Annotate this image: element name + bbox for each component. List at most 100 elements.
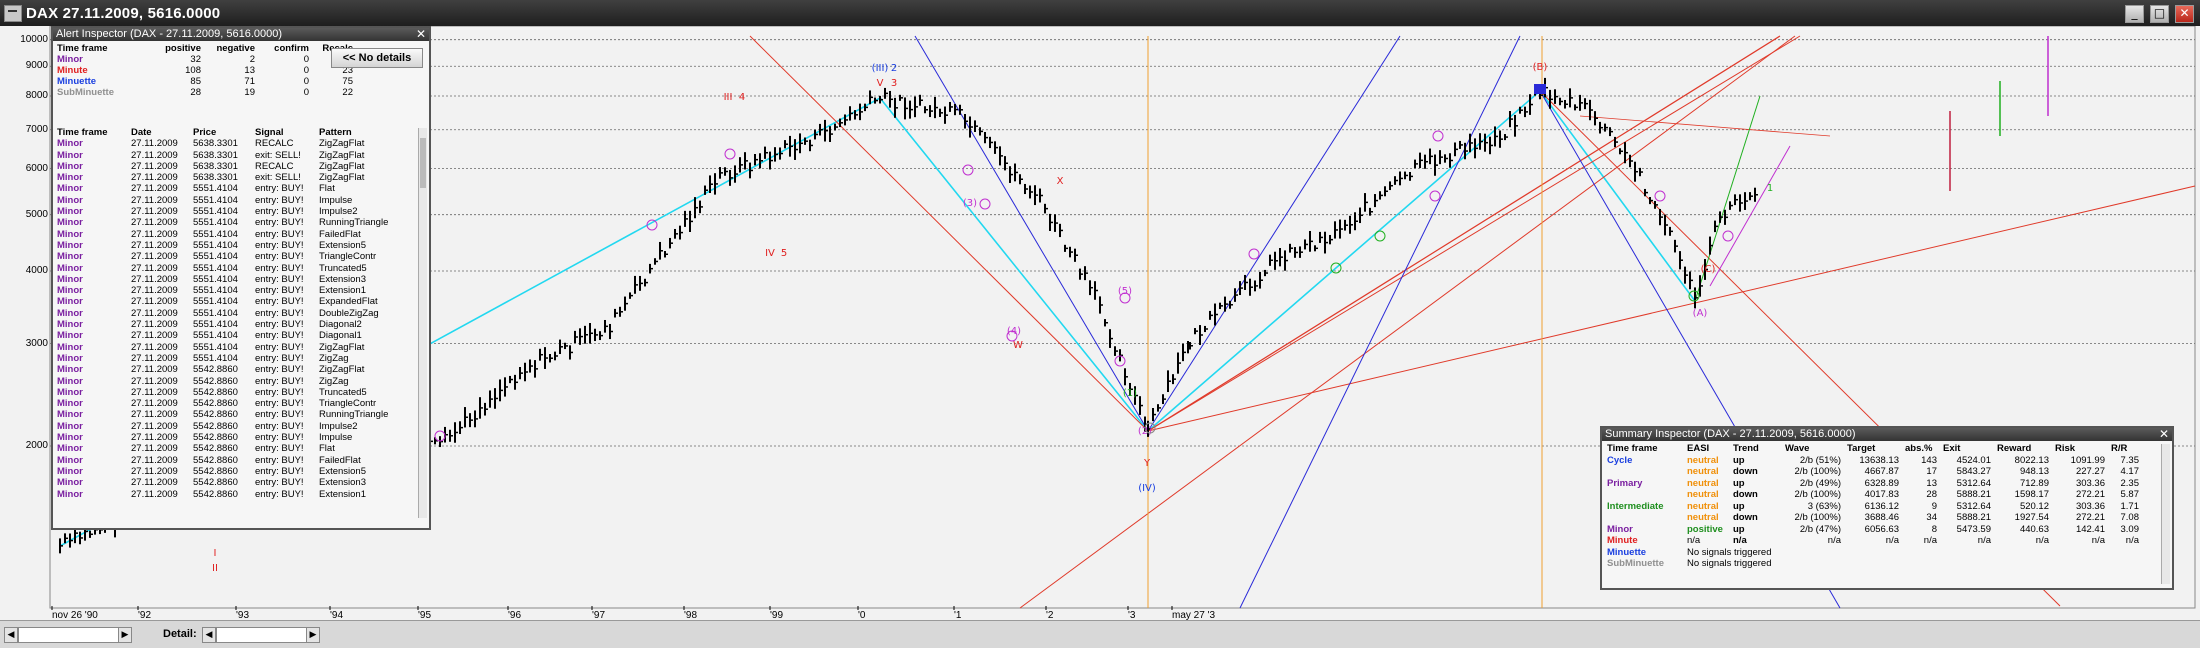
- column-header: Risk: [2055, 443, 2076, 454]
- date-cell: 27.11.2009: [131, 307, 178, 319]
- alert-signal-row[interactable]: Minor 27.11.2009 5551.4104 entry: BUY! Trian…: [55, 251, 411, 262]
- scroll-right-button[interactable]: ▶: [118, 627, 132, 643]
- minimize-button[interactable]: _: [2125, 5, 2144, 23]
- negative-cell: 13: [244, 65, 255, 76]
- alert-signal-row[interactable]: Minor 27.11.2009 5551.4104 entry: BUY! Trunc…: [55, 263, 411, 274]
- alert-signal-row[interactable]: Minor 27.11.2009 5542.8860 entry: BUY! Exten…: [55, 466, 411, 477]
- alert-signal-row[interactable]: Minor 27.11.2009 5551.4104 entry: BUY! Exten…: [55, 274, 411, 285]
- positive-cell: 108: [185, 65, 201, 76]
- reward-cell: 712.89: [2019, 477, 2049, 489]
- alert-signal-row[interactable]: Minor 27.11.2009 5551.4104 entry: BUY! Exten…: [55, 285, 411, 296]
- alert-signal-row[interactable]: Minor 27.11.2009 5638.3301 exit: SELL! ZigZa…: [55, 172, 411, 183]
- no-details-button[interactable]: << No details: [331, 48, 423, 68]
- alert-summary-row[interactable]: Minor32202: [55, 54, 355, 65]
- alert-signal-row[interactable]: Minor 27.11.2009 5551.4104 entry: BUY! Diago…: [55, 330, 411, 341]
- alert-signal-row[interactable]: Minor 27.11.2009 5638.3301 exit: SELL! ZigZa…: [55, 150, 411, 161]
- alert-signal-row[interactable]: Minor 27.11.2009 5542.8860 entry: BUY! Flat: [55, 443, 411, 454]
- alert-summary-row[interactable]: Minuette 85 71 0 75: [55, 76, 355, 87]
- column-header: Time frame: [57, 127, 108, 138]
- summary-inspector-close-icon[interactable]: ✕: [2159, 428, 2169, 441]
- summary-row[interactable]: Minuette No signals triggered: [1604, 547, 2142, 559]
- alert-summary-row[interactable]: Minute 108 13 0 23: [55, 65, 355, 76]
- alert-signal-row[interactable]: Minor 27.11.2009 5551.4104 entry: BUY! Exten…: [55, 240, 411, 251]
- timeframe-cell: Cycle: [1607, 454, 1633, 466]
- wave-label: III: [724, 92, 733, 103]
- window-title: DAX 27.11.2009, 5616.0000: [26, 5, 221, 22]
- close-button[interactable]: ✕: [2175, 5, 2194, 23]
- column-header: EASI: [1687, 443, 1710, 454]
- summary-inspector-panel: Summary Inspector (DAX - 27.11.2009, 561…: [1600, 426, 2174, 590]
- alert-signal-row[interactable]: Minor 27.11.2009 5551.4104 entry: BUY! Expan…: [55, 296, 411, 307]
- trend-cell: up: [1733, 523, 1745, 535]
- alert-signal-row[interactable]: Minor 27.11.2009 5551.4104 entry: BUY! ZigZa…: [55, 342, 411, 353]
- alert-signal-row[interactable]: Minor 27.11.2009 5542.8860 entry: BUY! Impul…: [55, 421, 411, 432]
- signal-cell: entry: BUY!: [255, 443, 304, 455]
- alert-signal-row[interactable]: Minor 27.11.2009 5551.4104 entry: BUY! Diago…: [55, 319, 411, 330]
- pattern-cell: Extension3: [319, 477, 367, 489]
- alert-summary-row[interactable]: SubMinuette 28 19 0 22: [55, 87, 355, 98]
- detail-right-button[interactable]: ▶: [306, 627, 320, 643]
- current-position-marker: [1534, 84, 1546, 94]
- alert-signal-row[interactable]: Minor 27.11.2009 5551.4104 entry: BUY! Impul…: [55, 195, 411, 206]
- alert-signal-row[interactable]: Minor 27.11.2009 5542.8860 entry: BUY! Trunc…: [55, 387, 411, 398]
- reward-cell: n/a: [2035, 535, 2049, 546]
- summary-row[interactable]: Primary neutral up 2/b (49%) 6328.89 13 5312.6…: [1604, 478, 2142, 490]
- trend-cell: down: [1733, 512, 1758, 523]
- alert-signal-row[interactable]: Minor 27.11.2009 5551.4104 entry: BUY! Faile…: [55, 229, 411, 240]
- signal-cell: entry: BUY!: [255, 432, 304, 444]
- alert-signal-row[interactable]: Minor 27.11.2009 5542.8860 entry: BUY! Runni…: [55, 409, 411, 420]
- alert-signal-row[interactable]: Minor 27.11.2009 5551.4104 entry: BUY! Flat: [55, 183, 411, 194]
- maximize-button[interactable]: □: [2150, 5, 2169, 23]
- timeframe-cell: Minor: [57, 432, 83, 444]
- pattern-cell: Diagonal2: [319, 319, 362, 331]
- scroll-left-button[interactable]: ◀: [4, 627, 18, 643]
- signals-scrollbar[interactable]: [418, 128, 427, 518]
- y-tick-label: 10000: [20, 33, 48, 45]
- pattern-cell: FailedFlat: [319, 454, 361, 466]
- alert-signal-row[interactable]: Minor 27.11.2009 5542.8860 entry: BUY! Impul…: [55, 432, 411, 443]
- alert-signal-row[interactable]: Minor 27.11.2009 5542.8860 entry: BUY! Exten…: [55, 489, 411, 500]
- easi-cell: neutral: [1687, 489, 1719, 500]
- pattern-cell: TriangleContr: [319, 251, 377, 263]
- alert-signal-row[interactable]: Minor 27.11.2009 5542.8860 entry: BUY! Exten…: [55, 477, 411, 488]
- alert-signal-row[interactable]: Minor 27.11.2009 5542.8860 entry: BUY! ZigZa…: [55, 364, 411, 375]
- alert-signal-row[interactable]: Minor 27.11.2009 5638.3301 RECALC ZigZagFlat: [55, 138, 411, 149]
- positive-cell: 32: [190, 54, 201, 65]
- summary-row[interactable]: SubMinuette No signals triggered: [1604, 558, 2142, 570]
- alert-signal-row[interactable]: Minor 27.11.2009 5542.8860 entry: BUY! ZigZa…: [55, 376, 411, 387]
- abs-cell: 28: [1926, 489, 1937, 500]
- summary-row[interactable]: Cycle neutral up 2/b (51%) 13638.13 143 4524.0…: [1604, 455, 2142, 467]
- date-cell: 27.11.2009: [131, 273, 178, 285]
- detail-slider[interactable]: [216, 627, 308, 643]
- pattern-cell: Impulse: [319, 432, 353, 444]
- date-cell: 27.11.2009: [131, 386, 178, 398]
- signal-cell: entry: BUY!: [255, 228, 304, 240]
- alert-inspector-close-icon[interactable]: ✕: [416, 28, 426, 41]
- alert-signal-row[interactable]: Minor 27.11.2009 5551.4104 entry: BUY! Impul…: [55, 206, 411, 217]
- time-scrollbar[interactable]: [18, 627, 120, 643]
- alert-signal-row[interactable]: Minor 27.11.2009 5542.8860 entry: BUY! Faile…: [55, 455, 411, 466]
- signals-scroll-thumb[interactable]: [420, 138, 426, 188]
- price-cell: 5542.8860: [193, 409, 238, 421]
- detail-left-button[interactable]: ◀: [202, 627, 216, 643]
- alert-signal-row[interactable]: Minor 27.11.2009 5551.4104 entry: BUY! Runni…: [55, 217, 411, 228]
- summary-scrollbar[interactable]: [2161, 444, 2170, 584]
- trend-cell: up: [1733, 477, 1745, 489]
- alert-signal-row[interactable]: Minor 27.11.2009 5551.4104 entry: BUY! Doubl…: [55, 308, 411, 319]
- summary-inspector-titlebar[interactable]: Summary Inspector (DAX - 27.11.2009, 561…: [1602, 428, 2172, 441]
- alert-inspector-titlebar[interactable]: Alert Inspector (DAX - 27.11.2009, 5616.…: [53, 28, 429, 41]
- alert-signal-row[interactable]: Minor 27.11.2009 5542.8860 entry: BUY! Trian…: [55, 398, 411, 409]
- price-cell: 5551.4104: [193, 352, 238, 364]
- trend-cell: up: [1733, 500, 1745, 512]
- date-cell: 27.11.2009: [131, 285, 178, 297]
- summary-row[interactable]: neutral down 2/b (100%) 4017.83 28 5888.21 159…: [1604, 489, 2142, 501]
- alert-signal-row[interactable]: Minor 27.11.2009 5551.4104 entry: BUY! ZigZa…: [55, 353, 411, 364]
- summary-row[interactable]: Minute n/a n/a n/a n/a n/a n/a n/a n/a n/a: [1604, 535, 2142, 547]
- price-cell: 5638.3301: [193, 172, 238, 184]
- summary-row[interactable]: Minor positive up 2/b (47%) 6056.63 8 5473.59 4…: [1604, 524, 2142, 536]
- alert-signal-row[interactable]: Minor 27.11.2009 5638.3301 RECALC ZigZagFlat: [55, 161, 411, 172]
- summary-row[interactable]: Intermediate neutral up 3 (63%) 6136.12 9 5312…: [1604, 501, 2142, 513]
- summary-row[interactable]: neutral down 2/b (100%) 4667.87 17 5843.27 948…: [1604, 466, 2142, 478]
- wave-cell: n/a: [1827, 535, 1841, 546]
- summary-row[interactable]: neutral down 2/b (100%) 3688.46 34 5888.21 192…: [1604, 512, 2142, 524]
